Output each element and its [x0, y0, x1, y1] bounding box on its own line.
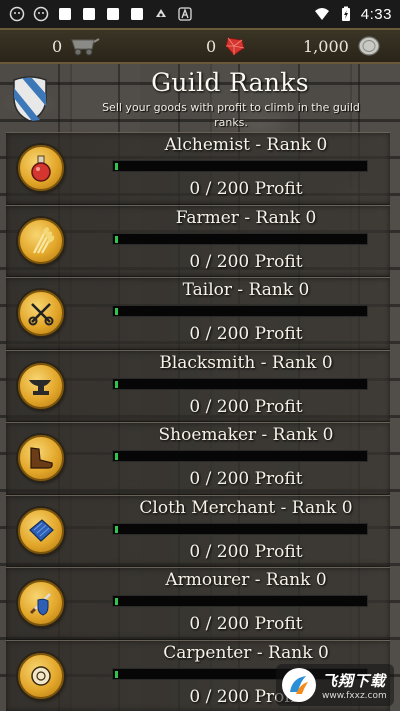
wifi-icon: [313, 6, 331, 22]
watermark-text: 飞翔下载: [322, 671, 387, 690]
square-icon: [128, 6, 146, 22]
face-icon: [8, 6, 26, 22]
rank-name: Cloth Merchant - Rank 0: [139, 497, 353, 518]
rank-name: Armourer - Rank 0: [165, 570, 327, 590]
rank-profit: 0 / 200 Profit: [189, 541, 303, 562]
android-head-icon: [152, 6, 170, 22]
saw-icon: [31, 665, 51, 686]
rank-profit: 0 / 200 Profit: [189, 324, 303, 344]
rank-badge: [18, 290, 64, 336]
rank-progress-fill: [115, 235, 118, 243]
rank-progress-bar: [112, 522, 368, 535]
rank-row-tailor[interactable]: Tailor - Rank 0 0 / 200 Profit: [6, 277, 390, 350]
rank-progress-fill: [115, 670, 118, 678]
anvil-icon: [29, 379, 51, 395]
gems-counter[interactable]: 0: [206, 36, 246, 56]
square-icon: [80, 6, 98, 22]
page-subtitle: Sell your goods with profit to climb in …: [102, 101, 360, 129]
rank-badge: [18, 652, 64, 699]
rank-progress-bar: [112, 377, 368, 390]
rank-row-blacksmith[interactable]: Blacksmith - Rank 0 0 / 200 Profit: [6, 349, 390, 422]
watermark-logo-icon: [282, 668, 316, 702]
face-icon: [32, 6, 50, 22]
rank-name: Shoemaker - Rank 0: [158, 425, 334, 445]
potion-icon: [31, 155, 51, 182]
square-icon: [56, 6, 74, 22]
carts-count: 0: [52, 36, 63, 56]
carts-counter[interactable]: 0: [52, 36, 100, 56]
gems-count: 0: [206, 36, 217, 56]
rank-row-farmer[interactable]: Farmer - Rank 0 0 / 200 Profit: [6, 204, 390, 277]
rank-name: Carpenter - Rank 0: [163, 642, 329, 663]
silver-coin-icon: [358, 36, 380, 56]
status-time: 4:33: [360, 5, 392, 23]
rank-progress-bar: [112, 305, 368, 317]
coins-count: 1,000: [303, 36, 349, 56]
rank-list: Alchemist - Rank 0 0 / 200 Profit Farmer…: [6, 132, 390, 711]
wheat-icon: [33, 226, 55, 254]
site-watermark: 飞翔下载 www.fxxz.com: [276, 664, 394, 706]
rank-badge: [18, 580, 64, 626]
rank-profit: 0 / 200 Profit: [189, 179, 303, 199]
rank-name: Tailor - Rank 0: [182, 280, 310, 300]
rank-progress-fill: [115, 598, 118, 605]
status-bar-system: 4:33: [313, 6, 392, 23]
page-title: Guild Ranks: [151, 68, 309, 97]
rank-profit: 0 / 200 Profit: [189, 396, 303, 417]
rank-progress-fill: [115, 308, 118, 315]
status-bar-notifications: [8, 6, 194, 22]
status-bar: 4:33: [0, 0, 400, 28]
cart-icon: [71, 38, 100, 56]
rank-profit: 0 / 200 Profit: [189, 251, 303, 272]
rank-progress-bar: [112, 232, 368, 245]
rank-progress-fill: [115, 525, 118, 533]
rank-badge: [18, 217, 64, 264]
ruby-icon: [225, 37, 245, 56]
rank-badge: [18, 145, 64, 191]
rank-profit: 0 / 200 Profit: [189, 469, 303, 489]
rank-progress-fill: [115, 453, 118, 460]
rank-progress-fill: [115, 163, 118, 170]
rank-profit: 0 / 200 Profit: [189, 614, 303, 634]
letter-a-icon: [176, 6, 194, 22]
rank-row-armourer[interactable]: Armourer - Rank 0 0 / 200 Profit: [6, 567, 390, 640]
rank-row-alchemist[interactable]: Alchemist - Rank 0 0 / 200 Profit: [6, 132, 390, 205]
rank-name: Blacksmith - Rank 0: [159, 352, 333, 373]
square-icon: [104, 6, 122, 22]
rank-progress-bar: [112, 450, 368, 462]
rank-name: Farmer - Rank 0: [175, 207, 317, 228]
rank-progress-bar: [112, 595, 368, 607]
boot-icon: [30, 447, 53, 469]
rank-progress-bar: [112, 160, 368, 172]
rank-badge: [18, 507, 64, 554]
rank-row-cloth-merchant[interactable]: Cloth Merchant - Rank 0 0 / 200 Profit: [6, 494, 390, 567]
coins-counter[interactable]: 1,000: [303, 35, 381, 57]
rank-row-shoemaker[interactable]: Shoemaker - Rank 0 0 / 200 Profit: [6, 422, 390, 495]
watermark-url: www.fxxz.com: [322, 690, 387, 701]
currency-bar: 0 0 1,000: [0, 28, 400, 64]
shield-sword-icon: [29, 593, 51, 616]
rank-name: Alchemist - Rank 0: [164, 135, 328, 155]
battery-charging-icon: [337, 6, 355, 22]
scissors-icon: [28, 303, 54, 326]
rank-badge: [18, 435, 64, 481]
cloth-icon: [29, 518, 54, 542]
rank-progress-fill: [115, 380, 118, 388]
rank-badge: [18, 362, 64, 409]
